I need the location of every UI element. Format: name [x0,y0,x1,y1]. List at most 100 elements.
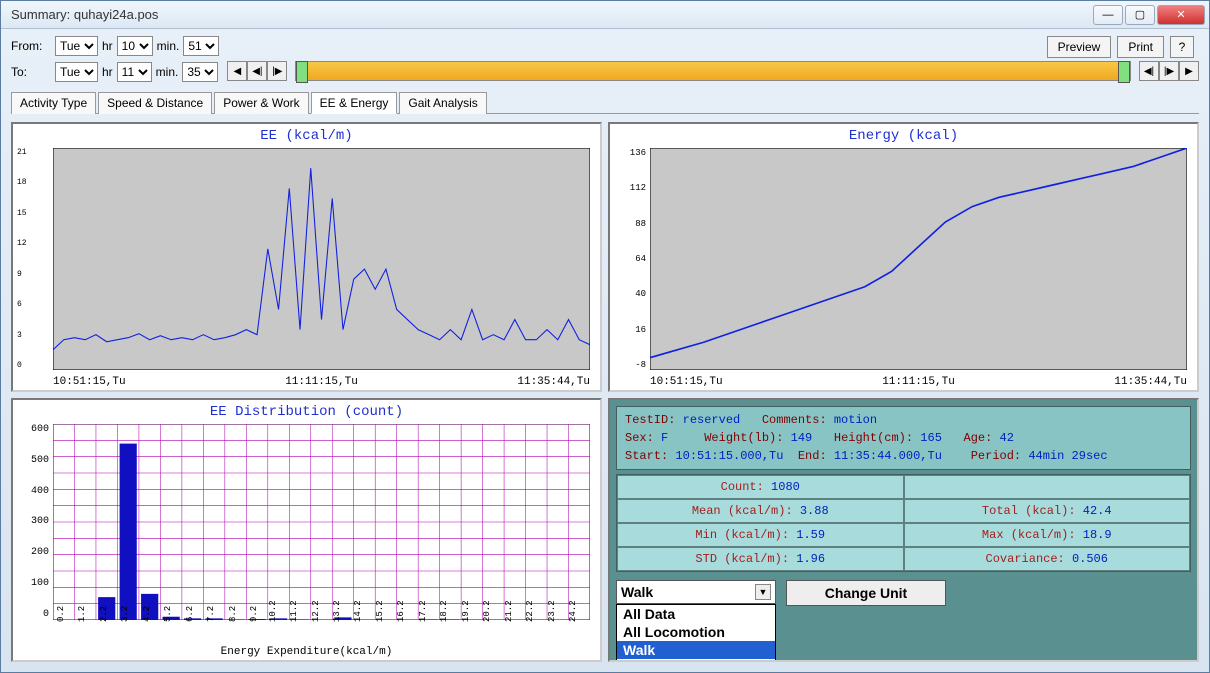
filter-controls: Walk ▼ All DataAll LocomotionWalkStepRun… [616,580,1191,606]
std-label: STD (kcal/m): [695,552,789,566]
nav-next-right-icon[interactable]: |▶ [1159,61,1179,81]
tab-power-work[interactable]: Power & Work [214,92,308,114]
change-unit-button[interactable]: Change Unit [786,580,946,606]
min-label: Min (kcal/m): [695,528,789,542]
dropdown-option[interactable]: All Locomotion [617,623,775,641]
close-button[interactable]: ✕ [1157,5,1205,25]
dropdown-option[interactable]: Step [617,659,775,662]
ee-x-axis: 10:51:15,Tu 11:11:15,Tu 11:35:44,Tu [53,376,590,388]
window-buttons: — ▢ ✕ [1093,5,1205,25]
energy-chart-title: Energy (kcal) [610,124,1197,148]
top-right-buttons: Preview Print ? [1047,36,1194,58]
subject-info-box: TestID: reserved Comments: motion Sex: F… [616,406,1191,470]
testid-label: TestID: [625,413,675,427]
to-min-select[interactable]: 35 [182,62,218,82]
activity-dropdown-list[interactable]: All DataAll LocomotionWalkStepRun [616,604,776,662]
dist-chart-title: EE Distribution (count) [13,400,600,424]
to-hr-select[interactable]: 11 [117,62,152,82]
min-value: 1.59 [796,528,825,542]
height-value: 165 [920,431,942,445]
nav-prev-icon[interactable]: ◀| [247,61,267,81]
testid-value: reserved [683,413,741,427]
tab-speed-distance[interactable]: Speed & Distance [98,92,212,114]
nav-prev-right-icon[interactable]: ◀| [1139,61,1159,81]
hr-label: hr [102,39,113,53]
tab-gait-analysis[interactable]: Gait Analysis [399,92,486,114]
maximize-button[interactable]: ▢ [1125,5,1155,25]
nav-first-icon[interactable]: ◀ [227,61,247,81]
period-label: Period: [971,449,1021,463]
help-button[interactable]: ? [1170,36,1194,58]
tab-ee-energy[interactable]: EE & Energy [311,92,398,114]
energy-chart-panel: Energy (kcal) 13611288644016-8 10:51:15,… [608,122,1199,392]
end-label: End: [798,449,827,463]
titlebar: Summary: quhayi24a.pos — ▢ ✕ [1,1,1209,29]
tab-bar: Activity Type Speed & Distance Power & W… [11,91,1199,114]
comments-value: motion [834,413,877,427]
window: Summary: quhayi24a.pos — ▢ ✕ From: Tue h… [0,0,1210,673]
max-value: 18.9 [1083,528,1112,542]
from-row: From: Tue hr 10 min. 51 [11,35,219,57]
mean-label: Mean (kcal/m): [692,504,793,518]
preview-button[interactable]: Preview [1047,36,1112,58]
energy-xaxis-left: 10:51:15,Tu [650,376,723,388]
activity-dropdown-wrap: Walk ▼ All DataAll LocomotionWalkStepRun [616,580,776,604]
dropdown-arrow-icon: ▼ [755,584,771,600]
tab-activity-type[interactable]: Activity Type [11,92,96,114]
dist-y-axis: 6005004003002001000 [17,424,49,620]
time-slider[interactable] [295,61,1131,81]
end-value: 11:35:44.000,Tu [834,449,942,463]
height-label: Height(cm): [834,431,913,445]
slider-handle-left[interactable] [296,61,308,83]
period-value: 44min 29sec [1028,449,1107,463]
energy-xaxis-right: 11:35:44,Tu [1114,376,1187,388]
ee-xaxis-left: 10:51:15,Tu [53,376,126,388]
from-hr-select[interactable]: 10 [117,36,153,56]
start-label: Start: [625,449,668,463]
energy-chart-svg [650,148,1187,370]
ee-chart-body: 211815129630 [53,148,590,370]
ee-chart-panel: EE (kcal/m) 211815129630 10:51:15,Tu 11:… [11,122,602,392]
from-min-select[interactable]: 51 [183,36,219,56]
weight-label: Weight(lb): [704,431,783,445]
ee-xaxis-mid: 11:11:15,Tu [285,376,358,388]
cov-value: 0.506 [1072,552,1108,566]
to-row: To: Tue hr 11 min. 35 [11,61,219,83]
activity-dropdown[interactable]: Walk ▼ [616,580,776,604]
dropdown-option[interactable]: Walk [617,641,775,659]
ee-chart-title: EE (kcal/m) [13,124,600,148]
dist-chart-body: 6005004003002001000 0.21.22.23.24.25.26.… [53,424,590,620]
ee-y-axis: 211815129630 [17,148,49,370]
panels-grid: EE (kcal/m) 211815129630 10:51:15,Tu 11:… [11,118,1199,666]
window-title: Summary: quhayi24a.pos [11,7,1093,22]
to-label: To: [11,65,51,79]
min-label: min. [157,39,180,53]
count-label: Count: [721,480,764,494]
max-label: Max (kcal/m): [982,528,1076,542]
total-label: Total (kcal): [982,504,1076,518]
from-day-select[interactable]: Tue [55,36,98,56]
sex-label: Sex: [625,431,654,445]
energy-chart-body: 13611288644016-8 [650,148,1187,370]
sex-value: F [661,431,668,445]
age-value: 42 [1000,431,1014,445]
energy-xaxis-mid: 11:11:15,Tu [882,376,955,388]
time-range-bar: From: Tue hr 10 min. 51 To: Tue hr 11 mi… [11,35,1199,83]
slider-handle-right[interactable] [1118,61,1130,83]
nav-last-icon[interactable]: ▶ [1179,61,1199,81]
mean-value: 3.88 [800,504,829,518]
cov-label: Covariance: [986,552,1065,566]
weight-value: 149 [791,431,813,445]
from-to-column: From: Tue hr 10 min. 51 To: Tue hr 11 mi… [11,35,219,83]
nav-buttons-left: ◀ ◀| |▶ [227,61,287,81]
ee-xaxis-right: 11:35:44,Tu [517,376,590,388]
to-day-select[interactable]: Tue [55,62,98,82]
dropdown-option[interactable]: All Data [617,605,775,623]
minimize-button[interactable]: — [1093,5,1123,25]
ee-chart-svg [53,148,590,370]
nav-next-left-icon[interactable]: |▶ [267,61,287,81]
dist-chart-svg [53,424,590,620]
print-button[interactable]: Print [1117,36,1164,58]
dist-chart-panel: EE Distribution (count) 6005004003002001… [11,398,602,662]
energy-x-axis: 10:51:15,Tu 11:11:15,Tu 11:35:44,Tu [650,376,1187,388]
